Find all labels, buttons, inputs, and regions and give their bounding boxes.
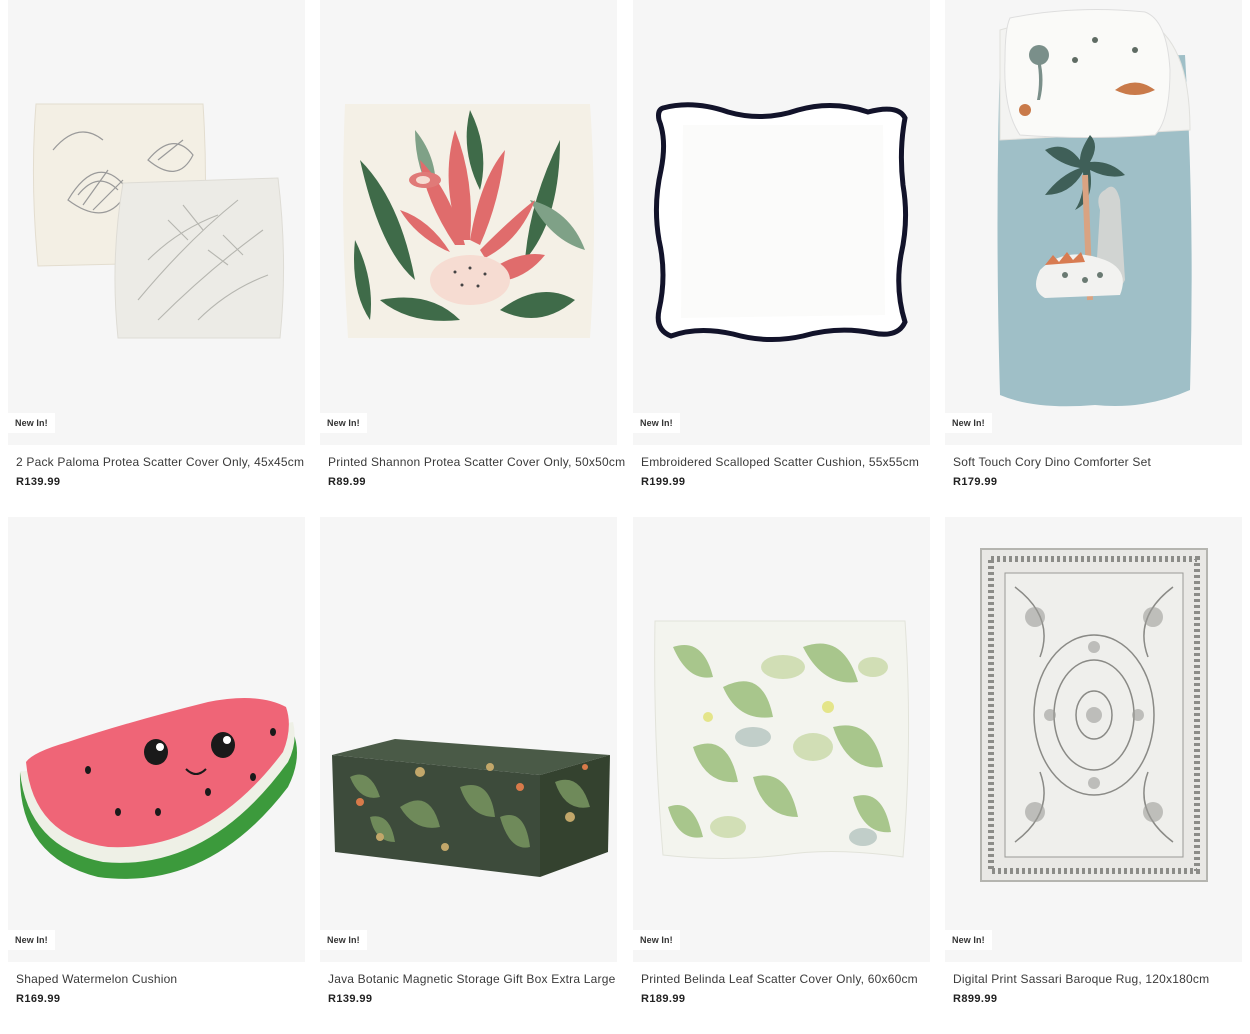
- product-title[interactable]: 2 Pack Paloma Protea Scatter Cover Only,…: [8, 455, 305, 469]
- product-card[interactable]: New In! Java Botanic Magnetic Storage Gi…: [320, 517, 617, 1005]
- product-image[interactable]: New In!: [320, 0, 617, 445]
- new-in-badge: New In!: [320, 930, 367, 950]
- new-in-badge: New In!: [945, 930, 992, 950]
- product-title[interactable]: Shaped Watermelon Cushion: [8, 972, 305, 986]
- product-title[interactable]: Embroidered Scalloped Scatter Cushion, 5…: [633, 455, 930, 469]
- watermelon-cushion-image: [19, 698, 297, 879]
- botanic-gift-box-image: [332, 739, 610, 877]
- white-scalloped-cushion-image: [653, 102, 909, 343]
- product-title[interactable]: Java Botanic Magnetic Storage Gift Box E…: [320, 972, 617, 986]
- pink-protea-cushion-image: [343, 104, 594, 338]
- leaf-cushion-image: [654, 620, 910, 859]
- product-price: R169.99: [16, 993, 61, 1005]
- product-title[interactable]: Printed Belinda Leaf Scatter Cover Only,…: [633, 972, 930, 986]
- product-price: R179.99: [953, 476, 998, 488]
- new-in-badge: New In!: [945, 413, 992, 433]
- product-title[interactable]: Soft Touch Cory Dino Comforter Set: [945, 455, 1242, 469]
- product-image[interactable]: New In!: [945, 517, 1242, 962]
- protea-sketch-cushions-image: [32, 103, 285, 339]
- product-price: R139.99: [328, 993, 373, 1005]
- new-in-badge: New In!: [633, 930, 680, 950]
- product-image[interactable]: New In!: [320, 517, 617, 962]
- product-price: R139.99: [16, 476, 61, 488]
- dino-comforter-image: [997, 9, 1192, 407]
- product-image[interactable]: New In!: [8, 517, 305, 962]
- product-card[interactable]: New In! Printed Belinda Leaf Scatter Cov…: [633, 517, 930, 1005]
- product-card[interactable]: New In! Embroidered Scalloped Scatter Cu…: [633, 0, 930, 488]
- new-in-badge: New In!: [8, 930, 55, 950]
- product-image[interactable]: New In!: [945, 0, 1242, 445]
- product-price: R899.99: [953, 993, 998, 1005]
- product-image[interactable]: New In!: [633, 0, 930, 445]
- product-card[interactable]: New In! 2 Pack Paloma Protea Scatter Cov…: [8, 0, 305, 488]
- product-title[interactable]: Digital Print Sassari Baroque Rug, 120x1…: [945, 972, 1242, 986]
- product-title[interactable]: Printed Shannon Protea Scatter Cover Onl…: [320, 455, 625, 469]
- product-card[interactable]: New In! Digital Print Sassari Baroque Ru…: [945, 517, 1242, 1005]
- product-image[interactable]: New In!: [633, 517, 930, 962]
- product-card[interactable]: New In! Shaped Watermelon Cushion R169.9…: [8, 517, 305, 1005]
- product-price: R189.99: [641, 993, 686, 1005]
- new-in-badge: New In!: [8, 413, 55, 433]
- product-card[interactable]: New In! Printed Shannon Protea Scatter C…: [320, 0, 625, 488]
- product-grid: New In! 2 Pack Paloma Protea Scatter Cov…: [0, 0, 1250, 1034]
- product-price: R89.99: [328, 476, 366, 488]
- product-card[interactable]: New In! Soft Touch Cory Dino Comforter S…: [945, 0, 1242, 488]
- new-in-badge: New In!: [633, 413, 680, 433]
- new-in-badge: New In!: [320, 413, 367, 433]
- product-price: R199.99: [641, 476, 686, 488]
- product-image[interactable]: New In!: [8, 0, 305, 445]
- baroque-rug-image: [980, 548, 1208, 882]
